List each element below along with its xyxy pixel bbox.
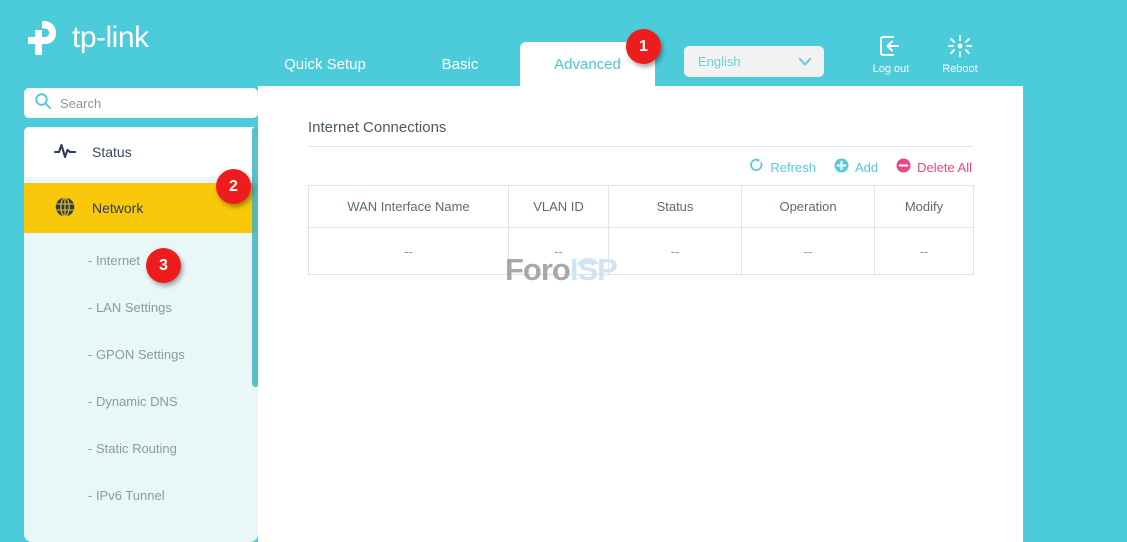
brand-logo[interactable]: tp-link xyxy=(24,18,149,58)
delete-all-button[interactable]: Delete All xyxy=(896,158,972,176)
sidebar-item-internet[interactable]: - Internet xyxy=(24,237,258,284)
sidebar-item-dynamic-dns[interactable]: - Dynamic DNS xyxy=(24,378,258,425)
sidebar-item-status-label: Status xyxy=(92,144,132,160)
step-badge-2: 2 xyxy=(216,169,251,204)
add-button[interactable]: Add xyxy=(834,158,878,176)
table-toolbar: Refresh Add Delete All xyxy=(749,158,972,176)
minus-circle-icon xyxy=(896,158,911,176)
refresh-icon xyxy=(749,158,764,176)
tab-basic[interactable]: Basic xyxy=(410,42,510,86)
language-select[interactable]: English xyxy=(684,46,824,77)
internet-connections-table: WAN Interface Name VLAN ID Status Operat… xyxy=(308,185,974,275)
sidebar-item-lan-settings[interactable]: - LAN Settings xyxy=(24,284,258,331)
logout-button[interactable]: Log out xyxy=(858,34,924,75)
search-icon xyxy=(34,92,52,115)
sidebar-item-status[interactable]: Status xyxy=(24,127,258,177)
pulse-icon xyxy=(54,141,76,164)
sidebar-item-ipv6-tunnel[interactable]: - IPv6 Tunnel xyxy=(24,472,258,519)
sidebar-item-static-routing[interactable]: - Static Routing xyxy=(24,425,258,472)
language-selector[interactable]: English xyxy=(684,46,824,77)
column-header-operation: Operation xyxy=(742,186,875,228)
reboot-button[interactable]: Reboot xyxy=(927,34,993,75)
brand-name: tp-link xyxy=(72,21,149,55)
cell-wan-interface-name: -- xyxy=(309,228,509,275)
page-title: Internet Connections xyxy=(308,119,446,136)
reboot-label: Reboot xyxy=(942,63,977,75)
cell-modify: -- xyxy=(875,228,974,275)
refresh-label: Refresh xyxy=(770,160,816,175)
table-row[interactable]: -- -- -- -- -- xyxy=(309,228,974,275)
sidebar-submenu: - Internet - LAN Settings - GPON Setting… xyxy=(24,233,258,519)
logout-icon xyxy=(878,34,904,61)
column-header-vlan-id: VLAN ID xyxy=(509,186,609,228)
globe-icon xyxy=(54,196,76,221)
search-input[interactable] xyxy=(60,96,230,111)
sidebar-item-network-label: Network xyxy=(92,200,143,216)
column-header-wan-interface-name: WAN Interface Name xyxy=(309,186,509,228)
title-divider xyxy=(308,146,973,147)
column-header-modify: Modify xyxy=(875,186,974,228)
content-panel: Internet Connections Refresh xyxy=(258,86,1023,542)
step-badge-1: 1 xyxy=(626,29,661,64)
step-badge-3: 3 xyxy=(146,248,181,283)
sidebar: Status Network - Internet xyxy=(18,86,258,542)
delete-all-label: Delete All xyxy=(917,160,972,175)
router-admin-page: tp-link Quick Setup Basic Advanced Engli… xyxy=(0,0,1127,542)
table-header-row: WAN Interface Name VLAN ID Status Operat… xyxy=(309,186,974,228)
sidebar-item-gpon-settings[interactable]: - GPON Settings xyxy=(24,331,258,378)
logout-label: Log out xyxy=(873,63,910,75)
plus-circle-icon xyxy=(834,158,849,176)
reboot-icon xyxy=(947,34,973,61)
tp-link-logo-icon xyxy=(24,18,66,58)
tab-quick-setup[interactable]: Quick Setup xyxy=(260,42,390,86)
cell-status: -- xyxy=(609,228,742,275)
column-header-status: Status xyxy=(609,186,742,228)
cell-vlan-id: -- xyxy=(509,228,609,275)
search-box[interactable] xyxy=(24,88,258,118)
cell-operation: -- xyxy=(742,228,875,275)
add-label: Add xyxy=(855,160,878,175)
refresh-button[interactable]: Refresh xyxy=(749,158,816,176)
